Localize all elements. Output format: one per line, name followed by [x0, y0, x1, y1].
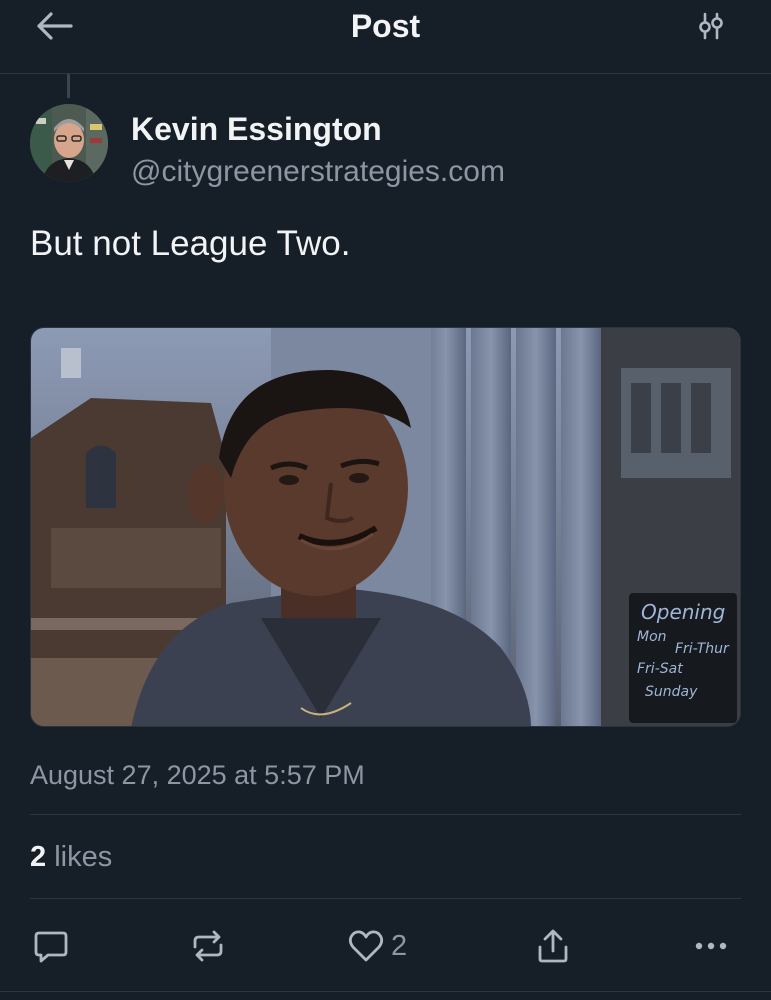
more-options-button[interactable] [692, 918, 730, 974]
svg-text:Opening: Opening [641, 600, 725, 624]
heart-icon [348, 930, 384, 962]
post-text: But not League Two. [30, 224, 351, 263]
avatar[interactable] [30, 104, 108, 182]
likes-label: likes [54, 841, 113, 873]
share-icon [538, 929, 568, 963]
likes-count: 2 [30, 841, 47, 873]
bottom-divider [0, 991, 771, 992]
share-button[interactable] [535, 918, 571, 974]
post-header: Post [0, 0, 771, 74]
svg-text:Sunday: Sunday [645, 684, 698, 700]
like-count: 2 [391, 929, 408, 962]
page-title: Post [350, 8, 421, 44]
like-button[interactable]: 2 [347, 918, 407, 974]
reply-icon [34, 931, 68, 963]
post-media[interactable]: Opening Mon Fri-Thur Fri-Sat Sunday [30, 327, 741, 727]
post-timestamp: August 27, 2025 at 5:57 PM [30, 760, 365, 790]
sliders-icon [699, 12, 723, 40]
divider-bottom [30, 898, 741, 899]
post-actions: 2 [0, 918, 771, 974]
media-image: Opening Mon Fri-Thur Fri-Sat Sunday [31, 328, 740, 726]
avatar-photo [30, 104, 108, 182]
reply-button[interactable] [32, 918, 70, 974]
more-icon [695, 942, 727, 950]
likes-summary[interactable]: 2 likes [30, 838, 112, 876]
divider-top [30, 814, 741, 815]
author-name[interactable]: Kevin Essington [131, 110, 382, 148]
repost-icon [193, 930, 223, 962]
author-handle[interactable]: @citygreenerstrategies.com [131, 153, 505, 191]
svg-text:Fri-Thur: Fri-Thur [675, 641, 730, 657]
thread-settings-button[interactable] [691, 8, 731, 44]
svg-text:Fri-Sat: Fri-Sat [637, 661, 683, 677]
repost-button[interactable] [189, 918, 227, 974]
svg-text:Mon: Mon [637, 629, 667, 645]
thread-connector-line [67, 74, 70, 98]
